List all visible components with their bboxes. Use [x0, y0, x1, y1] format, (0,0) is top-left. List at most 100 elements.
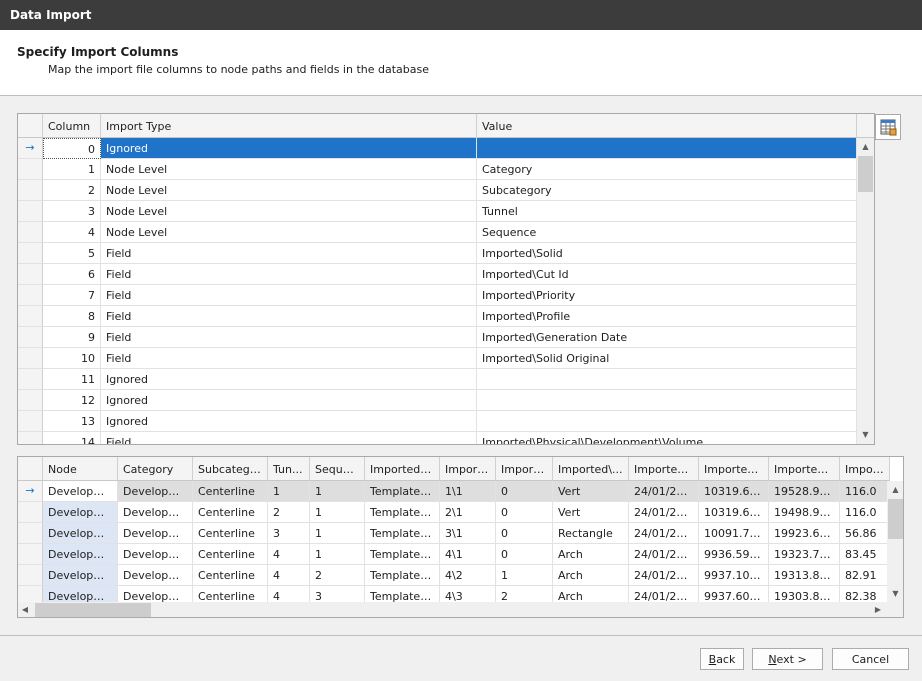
preview-cell[interactable]: Template.z... — [365, 481, 440, 502]
preview-cell[interactable]: Development — [118, 565, 193, 586]
preview-column-header[interactable]: Imported\... — [365, 457, 440, 481]
preview-cell[interactable]: 9936.5960... — [699, 544, 769, 565]
preview-column-header[interactable]: Sequence — [310, 457, 365, 481]
cell-column-index[interactable]: 13 — [43, 411, 101, 432]
column-mapping-grid[interactable]: Column Import Type Value → 0 Ignored 1 Node … — [17, 113, 875, 445]
preview-cell[interactable]: 116.0 — [840, 502, 890, 523]
preview-cell[interactable]: Centerline — [193, 481, 268, 502]
row-indicator[interactable]: → — [18, 481, 43, 502]
preview-cell[interactable]: Developme... — [43, 544, 118, 565]
preview-cell[interactable]: Template.z... — [365, 523, 440, 544]
preview-cell[interactable]: Vert — [553, 481, 629, 502]
preview-column-header[interactable]: Subcategory — [193, 457, 268, 481]
cell-value[interactable] — [477, 411, 857, 432]
cell-value[interactable] — [477, 138, 857, 159]
preview-cell[interactable]: Rectangle — [553, 523, 629, 544]
cell-import-type[interactable]: Node Level — [101, 180, 477, 201]
preview-horizontal-scrollbar[interactable]: ◀ ▶ — [18, 602, 903, 617]
cell-import-type[interactable]: Field — [101, 327, 477, 348]
cell-value[interactable] — [477, 390, 857, 411]
preview-cell[interactable]: Development — [118, 502, 193, 523]
cell-value[interactable]: Imported\Physical\Development\Volume — [477, 432, 857, 444]
scroll-thumb[interactable] — [888, 499, 903, 539]
preview-column-header[interactable]: Import... — [440, 457, 496, 481]
back-button[interactable]: Back — [700, 648, 744, 670]
row-indicator[interactable] — [18, 264, 43, 285]
row-indicator[interactable] — [18, 348, 43, 369]
preview-cell[interactable]: 83.45 — [840, 544, 890, 565]
preview-cell[interactable]: Centerline — [193, 544, 268, 565]
cell-import-type[interactable]: Field — [101, 348, 477, 369]
preview-cell[interactable]: 24/01/202... — [629, 481, 699, 502]
data-preview-grid[interactable]: Node Category Subcategory Tun... Sequence Imp… — [17, 456, 904, 618]
cell-column-index[interactable]: 12 — [43, 390, 101, 411]
preview-cell[interactable]: 1 — [310, 523, 365, 544]
row-indicator[interactable] — [18, 180, 43, 201]
cell-import-type[interactable]: Ignored — [101, 390, 477, 411]
preview-cell[interactable]: 0 — [496, 481, 553, 502]
scroll-down-arrow-icon[interactable]: ▼ — [887, 589, 903, 598]
preview-cell[interactable]: 4\1 — [440, 544, 496, 565]
cell-value[interactable]: Imported\Generation Date — [477, 327, 857, 348]
scroll-thumb[interactable] — [858, 156, 873, 192]
preview-cell[interactable]: 19498.903... — [769, 502, 840, 523]
cell-value[interactable]: Tunnel — [477, 201, 857, 222]
row-indicator[interactable] — [18, 523, 43, 544]
preview-cell[interactable]: 82.91 — [840, 565, 890, 586]
scroll-up-arrow-icon[interactable]: ▲ — [887, 485, 903, 494]
scroll-left-arrow-icon[interactable]: ◀ — [20, 605, 30, 614]
cell-value[interactable] — [477, 369, 857, 390]
preview-cell[interactable]: Development — [118, 544, 193, 565]
preview-cell[interactable]: 2 — [310, 565, 365, 586]
row-indicator[interactable] — [18, 432, 43, 444]
preview-cell[interactable]: 10319.660... — [699, 502, 769, 523]
cell-value[interactable]: Imported\Priority — [477, 285, 857, 306]
cell-value[interactable]: Imported\Cut Id — [477, 264, 857, 285]
preview-cell[interactable]: Centerline — [193, 565, 268, 586]
preview-cell[interactable]: 0 — [496, 544, 553, 565]
row-indicator[interactable] — [18, 502, 43, 523]
preview-cell[interactable]: 19313.826... — [769, 565, 840, 586]
preview-cell[interactable]: 3\1 — [440, 523, 496, 544]
preview-cell[interactable]: 3 — [268, 523, 310, 544]
row-indicator[interactable]: → — [18, 138, 43, 159]
preview-cell[interactable]: 0 — [496, 523, 553, 544]
preview-cell[interactable]: 116.0 — [840, 481, 890, 502]
preview-cell[interactable]: Development — [118, 481, 193, 502]
mapping-vertical-scrollbar[interactable]: ▲ ▼ — [857, 138, 874, 444]
row-indicator[interactable] — [18, 159, 43, 180]
preview-column-header[interactable]: Imported\... — [699, 457, 769, 481]
preview-cell[interactable]: Developme... — [43, 502, 118, 523]
cell-column-index[interactable]: 14 — [43, 432, 101, 444]
column-chooser-button[interactable] — [875, 114, 901, 140]
row-indicator[interactable] — [18, 411, 43, 432]
preview-cell[interactable]: 1 — [268, 481, 310, 502]
preview-cell[interactable]: 1\1 — [440, 481, 496, 502]
row-indicator[interactable] — [18, 327, 43, 348]
cell-import-type[interactable]: Field — [101, 285, 477, 306]
cell-import-type[interactable]: Ignored — [101, 369, 477, 390]
preview-cell[interactable]: 24/01/202... — [629, 544, 699, 565]
cell-column-index[interactable]: 5 — [43, 243, 101, 264]
row-indicator[interactable] — [18, 544, 43, 565]
scroll-thumb[interactable] — [35, 603, 151, 617]
cell-column-index[interactable]: 10 — [43, 348, 101, 369]
preview-cell[interactable]: 10319.660... — [699, 481, 769, 502]
cell-column-index[interactable]: 8 — [43, 306, 101, 327]
cell-column-index[interactable]: 0 — [43, 138, 101, 159]
preview-cell[interactable]: 1 — [310, 544, 365, 565]
row-indicator[interactable] — [18, 201, 43, 222]
preview-cell[interactable]: 10091.739... — [699, 523, 769, 544]
scroll-down-arrow-icon[interactable]: ▼ — [857, 430, 874, 439]
cell-import-type[interactable]: Node Level — [101, 159, 477, 180]
preview-cell[interactable]: 24/01/202... — [629, 502, 699, 523]
preview-cell[interactable]: Vert — [553, 502, 629, 523]
preview-cell[interactable]: 4 — [268, 565, 310, 586]
row-indicator[interactable] — [18, 285, 43, 306]
cell-column-index[interactable]: 9 — [43, 327, 101, 348]
preview-column-header[interactable]: Imported — [840, 457, 890, 481]
cell-import-type[interactable]: Field — [101, 432, 477, 444]
cell-column-index[interactable]: 6 — [43, 264, 101, 285]
preview-column-header[interactable]: Node — [43, 457, 118, 481]
scroll-right-arrow-icon[interactable]: ▶ — [873, 605, 883, 614]
